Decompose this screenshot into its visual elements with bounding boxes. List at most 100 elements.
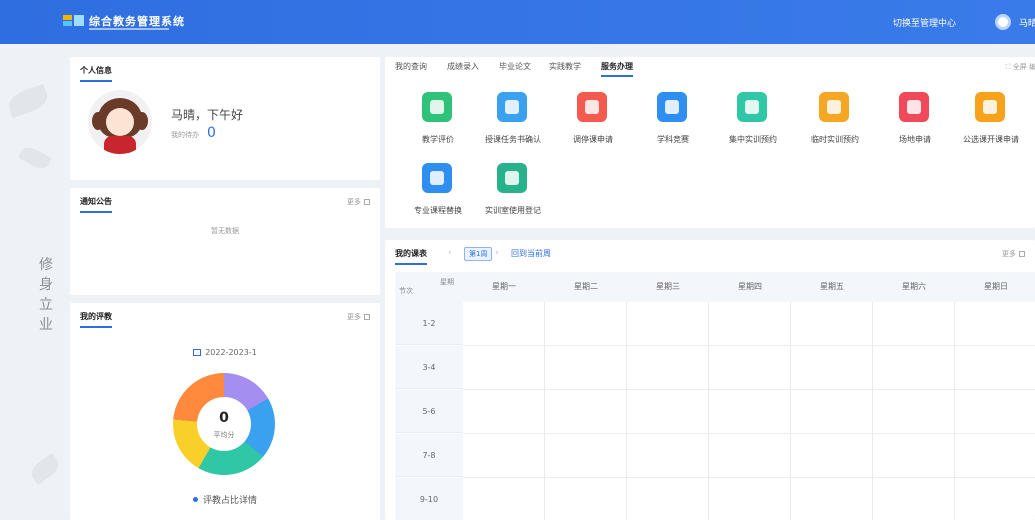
timetable-cell[interactable] bbox=[955, 434, 1035, 478]
leaf-decoration bbox=[5, 83, 51, 119]
timetable-cell[interactable] bbox=[463, 390, 545, 434]
timetable-cell[interactable] bbox=[463, 346, 545, 390]
timetable-cell[interactable] bbox=[627, 434, 709, 478]
service-tile[interactable]: 专业课程替换 bbox=[400, 163, 476, 223]
timetable-cell[interactable] bbox=[463, 302, 545, 346]
timetable-cell[interactable] bbox=[873, 390, 955, 434]
refresh-icon bbox=[422, 163, 452, 193]
tab-my-query[interactable]: 我的查询 bbox=[395, 61, 427, 72]
service-tile[interactable]: 集中实训预约 bbox=[715, 92, 791, 152]
timetable-cell[interactable] bbox=[873, 434, 955, 478]
service-tile-label: 实训室使用登记 bbox=[485, 206, 541, 215]
leaf-decoration bbox=[27, 453, 63, 485]
back-to-current-week-link[interactable]: 回到当前周 bbox=[511, 248, 551, 259]
service-tile[interactable]: 临时实训预约 bbox=[797, 92, 873, 152]
timetable-cell[interactable] bbox=[873, 346, 955, 390]
user-avatar-icon[interactable] bbox=[995, 14, 1011, 30]
timetable-cell[interactable] bbox=[791, 302, 873, 346]
edit-button[interactable]: 编辑 bbox=[1029, 63, 1035, 71]
timetable-cell[interactable] bbox=[955, 390, 1035, 434]
service-tile[interactable]: 授课任务书确认 bbox=[475, 92, 551, 152]
timetable-cell[interactable] bbox=[791, 390, 873, 434]
timetable-cell[interactable] bbox=[545, 478, 627, 520]
more-link[interactable]: 更多 bbox=[347, 312, 370, 322]
tab-practice[interactable]: 实践教学 bbox=[549, 61, 581, 72]
bullet-icon bbox=[192, 497, 198, 502]
chat-icon bbox=[422, 92, 452, 122]
service-tile[interactable]: 学科竞赛 bbox=[635, 92, 711, 152]
expand-icon bbox=[364, 199, 370, 205]
timetable-cell[interactable] bbox=[791, 346, 873, 390]
clock-icon bbox=[737, 92, 767, 122]
timetable-cell[interactable] bbox=[955, 478, 1035, 520]
service-tile-label: 学科竞赛 bbox=[657, 135, 689, 144]
timetable-cell[interactable] bbox=[709, 390, 791, 434]
timetable-cell[interactable] bbox=[955, 346, 1035, 390]
expand-icon bbox=[364, 314, 370, 320]
tab-services[interactable]: 服务办理 bbox=[601, 61, 633, 77]
more-link[interactable]: 更多 bbox=[347, 197, 370, 207]
tab-grade-entry[interactable]: 成绩录入 bbox=[447, 61, 479, 72]
register-icon bbox=[497, 163, 527, 193]
todo-count[interactable]: 0 bbox=[207, 125, 216, 141]
tab-thesis[interactable]: 毕业论文 bbox=[499, 61, 531, 72]
timetable-cell[interactable] bbox=[709, 478, 791, 520]
service-tile[interactable]: 调停课申请 bbox=[555, 92, 631, 152]
panel-title: 个人信息 bbox=[80, 65, 112, 82]
profile-panel: 个人信息 马晴，下午好 我的待办 0 bbox=[70, 57, 380, 180]
timetable-cell[interactable] bbox=[463, 478, 545, 520]
timetable-cell[interactable] bbox=[545, 390, 627, 434]
timetable-cell[interactable] bbox=[627, 346, 709, 390]
average-score: 0 bbox=[219, 410, 229, 426]
top-bar: 综合教务管理系统 切换至管理中心 马晴 bbox=[0, 0, 1035, 44]
day-header: 星期四 bbox=[709, 272, 791, 302]
motto-text: 修 身 立 业 bbox=[39, 257, 53, 333]
service-tile[interactable]: 场地申请 bbox=[877, 92, 953, 152]
avatar bbox=[88, 90, 152, 154]
day-header: 星期二 bbox=[545, 272, 627, 302]
timetable-cell[interactable] bbox=[545, 302, 627, 346]
timetable-cell[interactable] bbox=[627, 478, 709, 520]
prev-week-icon[interactable]: ‹ bbox=[448, 248, 452, 258]
day-header: 星期六 bbox=[873, 272, 955, 302]
timetable-cell[interactable] bbox=[627, 302, 709, 346]
layers-icon bbox=[899, 92, 929, 122]
fullscreen-button[interactable]: ⛶ 全屏 编辑 bbox=[1006, 62, 1035, 72]
timetable-cell[interactable] bbox=[873, 302, 955, 346]
evaluation-detail-link[interactable]: 评教占比详情 bbox=[70, 493, 380, 506]
timetable-cell[interactable] bbox=[709, 346, 791, 390]
timetable-panel: 我的课表 ‹ 第1周 › 回到当前周 更多 星期 节次 星期一 星期二 星期三 星期四 星期… bbox=[385, 240, 1035, 520]
timetable-cell[interactable] bbox=[627, 390, 709, 434]
notice-panel: 通知公告 更多 暂无数据 bbox=[70, 188, 380, 295]
empty-text: 暂无数据 bbox=[211, 227, 239, 235]
timetable-cell[interactable] bbox=[709, 302, 791, 346]
evaluation-donut-chart: 0 平均分 bbox=[173, 373, 275, 475]
service-tile[interactable]: 公选课开课申请 bbox=[953, 92, 1029, 152]
service-tile[interactable]: 实训室使用登记 bbox=[475, 163, 551, 223]
timetable-cell[interactable] bbox=[463, 434, 545, 478]
app-title[interactable]: 综合教务管理系统 bbox=[89, 13, 185, 29]
more-link[interactable]: 更多 bbox=[1002, 249, 1025, 259]
app-subtitle-bar bbox=[89, 28, 169, 30]
timetable-cell[interactable] bbox=[791, 478, 873, 520]
timetable-cell[interactable] bbox=[873, 478, 955, 520]
user-name[interactable]: 马晴 bbox=[1019, 16, 1035, 29]
day-header: 星期五 bbox=[791, 272, 873, 302]
app-logo[interactable] bbox=[63, 15, 85, 29]
section-label: 7-8 bbox=[395, 434, 463, 477]
week-badge[interactable]: 第1周 bbox=[464, 247, 493, 261]
service-tile-label: 调停课申请 bbox=[573, 135, 613, 144]
timetable-cell[interactable] bbox=[709, 434, 791, 478]
service-tile[interactable]: 教学评价 bbox=[400, 92, 476, 152]
next-week-icon[interactable]: › bbox=[495, 248, 499, 258]
term-selector[interactable]: 2022-2023-1 bbox=[70, 348, 380, 357]
service-tile-label: 公选课开课申请 bbox=[963, 135, 1019, 144]
section-label: 3-4 bbox=[395, 346, 463, 389]
average-score-label: 平均分 bbox=[213, 431, 235, 439]
timetable-cell[interactable] bbox=[545, 434, 627, 478]
service-tile-label: 授课任务书确认 bbox=[485, 135, 541, 144]
timetable-cell[interactable] bbox=[545, 346, 627, 390]
timetable-cell[interactable] bbox=[955, 302, 1035, 346]
switch-admin-link[interactable]: 切换至管理中心 bbox=[893, 16, 956, 29]
timetable-cell[interactable] bbox=[791, 434, 873, 478]
